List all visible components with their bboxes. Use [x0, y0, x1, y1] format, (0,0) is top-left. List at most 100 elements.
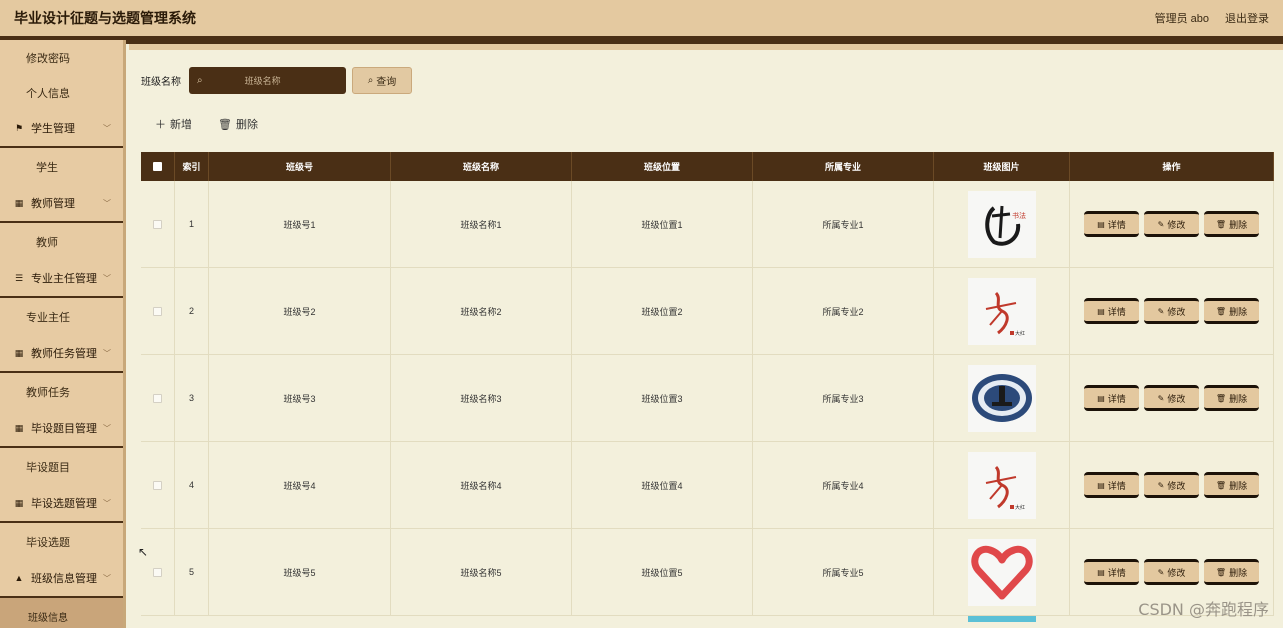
major-cell: 所属专业5: [753, 529, 934, 615]
sidebar-group-label: 毕设题目管理: [31, 423, 97, 435]
sidebar-item-teacher-task[interactable]: 教师任务: [0, 373, 123, 410]
sidebar-item-selection[interactable]: 毕设选题: [0, 523, 123, 560]
class-image-dancer[interactable]: 大红: [967, 277, 1036, 345]
sidebar-group-teacher[interactable]: ▦ 教师管理 ﹀: [0, 185, 123, 223]
query-button-label: 查询: [376, 77, 397, 88]
class-no-cell: 班级号5: [209, 529, 391, 615]
top-bar: 毕业设计征题与选题管理系统 管理员 abo 退出登录: [0, 0, 1283, 36]
class-image-emblem[interactable]: [967, 364, 1036, 432]
row-checkbox[interactable]: [153, 219, 162, 229]
row-index: 2: [175, 268, 209, 354]
table-row: 2 班级号2 班级名称2 班级位置2 所属专业2 大红 ▤ 详情 ✎ 修改 🗑 …: [141, 268, 1274, 355]
logout-link[interactable]: 退出登录: [1225, 10, 1269, 26]
main-content: 班级名称 ⌕ ⌕ 查询 ＋ 新增 🗑 删除 索引 班级号 班级名称 班级位置 所…: [129, 44, 1283, 628]
query-button[interactable]: ⌕ 查询: [352, 67, 412, 94]
row-checkbox[interactable]: [153, 393, 162, 403]
bulk-delete-button[interactable]: 🗑 删除: [218, 116, 258, 132]
sidebar-item-teacher[interactable]: 教师: [0, 223, 123, 260]
action-row: ＋ 新增 🗑 删除: [155, 116, 258, 132]
add-button-label: 新增: [170, 119, 192, 131]
sidebar-group-label: 教师任务管理: [31, 348, 97, 360]
grid-icon: ▦: [14, 422, 24, 433]
edit-button[interactable]: ✎ 修改: [1144, 211, 1199, 237]
sidebar-group-student[interactable]: ⚑ 学生管理 ﹀: [0, 110, 123, 148]
sidebar-group-label: 学生管理: [31, 123, 75, 135]
sidebar-group-class-info[interactable]: ▲ 班级信息管理 ﹀: [0, 560, 123, 598]
admin-user-label[interactable]: 管理员 abo: [1155, 10, 1209, 26]
svg-text:书法: 书法: [1012, 211, 1026, 220]
row-checkbox[interactable]: [153, 567, 162, 577]
table-row: 5 班级号5 班级名称5 班级位置5 所属专业5 ▤ 详情 ✎ 修改 🗑 删除: [141, 529, 1274, 616]
svg-text:大红: 大红: [1015, 330, 1025, 337]
class-image-dancer[interactable]: 大红: [967, 451, 1036, 519]
sidebar-item-change-password[interactable]: 修改密码: [0, 40, 123, 75]
major-cell: 所属专业1: [753, 181, 934, 267]
content-top-strip: [129, 44, 1283, 50]
delete-button[interactable]: 🗑 删除: [1204, 472, 1259, 498]
search-input[interactable]: [202, 75, 323, 86]
chevron-down-icon: ﹀: [103, 274, 111, 283]
class-name-cell: 班级名称4: [391, 442, 572, 528]
delete-button[interactable]: 🗑 删除: [1204, 298, 1259, 324]
edit-button[interactable]: ✎ 修改: [1144, 298, 1199, 324]
class-pos-cell: 班级位置4: [572, 442, 753, 528]
search-label: 班级名称: [141, 77, 181, 88]
table-row: 1 班级号1 班级名称1 班级位置1 所属专业1 书法 ▤详情 ✎修改 🗑: [141, 181, 1274, 268]
row-checkbox[interactable]: [153, 480, 162, 490]
row-actions: ▤ 详情 ✎ 修改 🗑 删除: [1084, 559, 1259, 585]
top-right-links: 管理员 abo 退出登录: [1155, 10, 1269, 26]
calligraphy-logo-icon: 书法: [984, 205, 1026, 246]
sidebar-group-label: 班级信息管理: [31, 573, 97, 585]
select-all-checkbox[interactable]: [153, 162, 162, 171]
add-button[interactable]: ＋ 新增: [155, 116, 192, 132]
row-index: 3: [175, 355, 209, 441]
document-icon: ▤: [1097, 306, 1105, 316]
delete-button[interactable]: 🗑 删除: [1204, 385, 1259, 411]
detail-button[interactable]: ▤ 详情: [1084, 385, 1139, 411]
document-icon: ▤: [1097, 393, 1105, 403]
delete-button[interactable]: 🗑 删除: [1204, 211, 1259, 237]
major-cell: 所属专业4: [753, 442, 934, 528]
edit-button[interactable]: ✎ 修改: [1144, 559, 1199, 585]
edit-button[interactable]: ✎ 修改: [1144, 385, 1199, 411]
sidebar-item-director[interactable]: 专业主任: [0, 298, 123, 335]
sidebar-group-teacher-task[interactable]: ▦ 教师任务管理 ﹀: [0, 335, 123, 373]
class-image-heart[interactable]: [967, 538, 1036, 606]
column-header: 索引: [175, 152, 209, 181]
sidebar-group-selection[interactable]: ▦ 毕设选题管理 ﹀: [0, 485, 123, 523]
sidebar-item-class-info[interactable]: 班级信息: [0, 598, 123, 628]
trash-icon: 🗑: [1215, 567, 1227, 577]
row-index: 1: [175, 181, 209, 267]
delete-button[interactable]: 🗑 删除: [1204, 559, 1259, 585]
chevron-down-icon: ﹀: [103, 499, 111, 508]
sidebar-group-director[interactable]: ☰ 专业主任管理 ﹀: [0, 260, 123, 298]
plus-icon: ＋: [155, 119, 166, 131]
edit-button[interactable]: ✎ 修改: [1144, 472, 1199, 498]
row-index: 4: [175, 442, 209, 528]
detail-button[interactable]: ▤ 详情: [1084, 472, 1139, 498]
dancer-logo-icon: 大红: [985, 465, 1025, 511]
sidebar-item-personal-info[interactable]: 个人信息: [0, 75, 123, 110]
detail-button[interactable]: ▤ 详情: [1084, 211, 1139, 237]
detail-button[interactable]: ▤ 详情: [1084, 298, 1139, 324]
app-title: 毕业设计征题与选题管理系统: [14, 10, 196, 26]
class-image-calligraphy[interactable]: 书法: [967, 190, 1036, 258]
partial-image: [968, 616, 1036, 622]
class-no-cell: 班级号1: [209, 181, 391, 267]
class-pos-cell: 班级位置1: [572, 181, 753, 267]
person-icon: ▲: [14, 573, 24, 583]
heart-logo-icon: [970, 545, 1033, 600]
major-cell: 所属专业2: [753, 268, 934, 354]
sidebar-item-student[interactable]: 学生: [0, 148, 123, 185]
row-checkbox[interactable]: [153, 306, 162, 316]
flag-icon: ⚑: [14, 122, 24, 133]
sidebar-item-topic[interactable]: 毕设题目: [0, 448, 123, 485]
search-field[interactable]: ⌕: [189, 67, 346, 94]
sidebar-group-topic[interactable]: ▦ 毕设题目管理 ﹀: [0, 410, 123, 448]
svg-text:大红: 大红: [1015, 504, 1025, 511]
class-pos-cell: 班级位置2: [572, 268, 753, 354]
chevron-down-icon: ﹀: [103, 124, 111, 133]
detail-button[interactable]: ▤ 详情: [1084, 559, 1139, 585]
class-name-cell: 班级名称1: [391, 181, 572, 267]
document-icon: ▤: [1097, 480, 1105, 490]
